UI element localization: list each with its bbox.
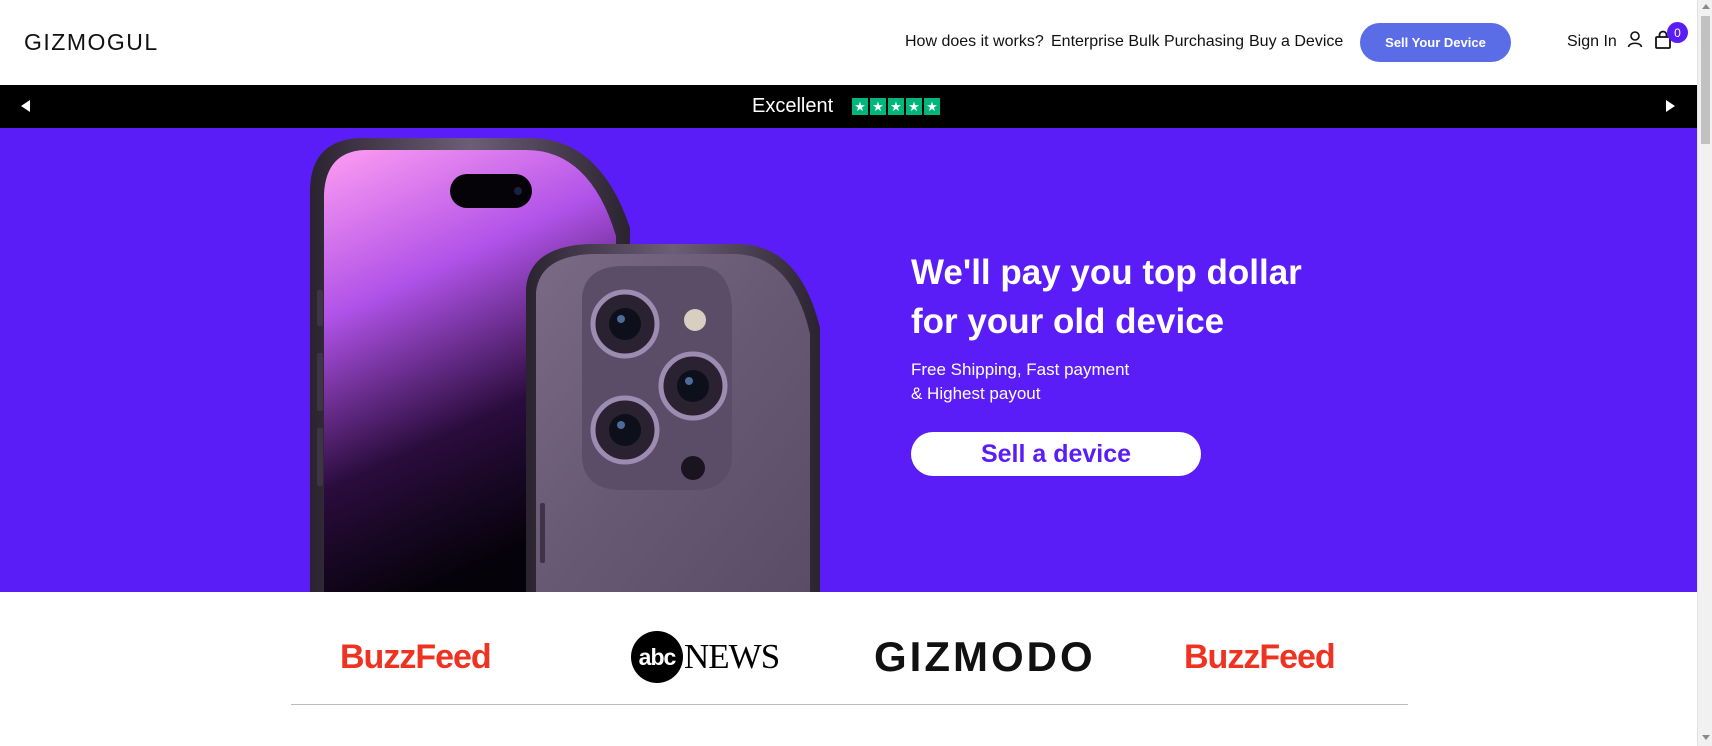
abc-news-word: NEWS (684, 637, 780, 676)
hero-title-line: We'll pay you top dollar (911, 253, 1302, 292)
scroll-up-arrow-icon[interactable] (1702, 4, 1710, 9)
trustpilot-rating-bar: Excellent ★ ★ ★ ★ ★ (0, 85, 1697, 128)
nav-how-it-works[interactable]: How does it works? (905, 33, 1044, 51)
hero-subtitle-line: Free Shipping, Fast payment (911, 360, 1130, 379)
press-logos: BuzzFeed abc NEWS GIZMODO BuzzFeed (0, 592, 1697, 746)
sell-a-device-button[interactable]: Sell a device (911, 432, 1201, 476)
hero-banner: We'll pay you top dollar for your old de… (0, 128, 1697, 592)
star-icon: ★ (888, 98, 904, 115)
sign-in-link[interactable]: Sign In (1567, 33, 1617, 51)
gizmogul-logo[interactable]: GIZMOGUL (24, 29, 159, 56)
user-icon[interactable] (1627, 30, 1643, 50)
star-icon: ★ (906, 98, 922, 115)
hero-subtitle-line: & Highest payout (911, 384, 1041, 403)
gizmodo-logo: GIZMODO (874, 633, 1096, 680)
hero-subtitle: Free Shipping, Fast payment & Highest pa… (911, 358, 1129, 406)
cart-count-badge: 0 (1667, 22, 1688, 43)
sell-your-device-button[interactable]: Sell Your Device (1360, 23, 1511, 62)
abc-circle: abc (631, 631, 683, 683)
nav-enterprise-bulk[interactable]: Enterprise Bulk Purchasing (1051, 33, 1244, 51)
star-icon: ★ (852, 98, 868, 115)
hero-title: We'll pay you top dollar for your old de… (911, 248, 1371, 346)
scroll-down-arrow-icon[interactable] (1702, 735, 1710, 740)
page: GIZMOGUL How does it works? Enterprise B… (0, 0, 1697, 746)
abc-news-logo: abc NEWS (631, 631, 780, 683)
purple-iphone-pro-image (310, 138, 820, 592)
trustpilot-stars: ★ ★ ★ ★ ★ (852, 98, 940, 115)
vertical-scrollbar[interactable] (1697, 0, 1712, 746)
divider (291, 704, 1408, 705)
buzzfeed-logo: BuzzFeed (1184, 637, 1336, 676)
star-icon: ★ (924, 98, 940, 115)
site-header: GIZMOGUL How does it works? Enterprise B… (0, 0, 1697, 85)
caret-left-icon[interactable] (21, 100, 30, 112)
hero-title-line: for your old device (911, 302, 1225, 341)
nav-buy-device[interactable]: Buy a Device (1249, 33, 1343, 51)
scroll-thumb[interactable] (1701, 16, 1710, 144)
rating-label: Excellent (752, 95, 834, 117)
buzzfeed-logo: BuzzFeed (340, 637, 492, 676)
star-icon: ★ (870, 98, 886, 115)
caret-right-icon[interactable] (1666, 100, 1675, 112)
